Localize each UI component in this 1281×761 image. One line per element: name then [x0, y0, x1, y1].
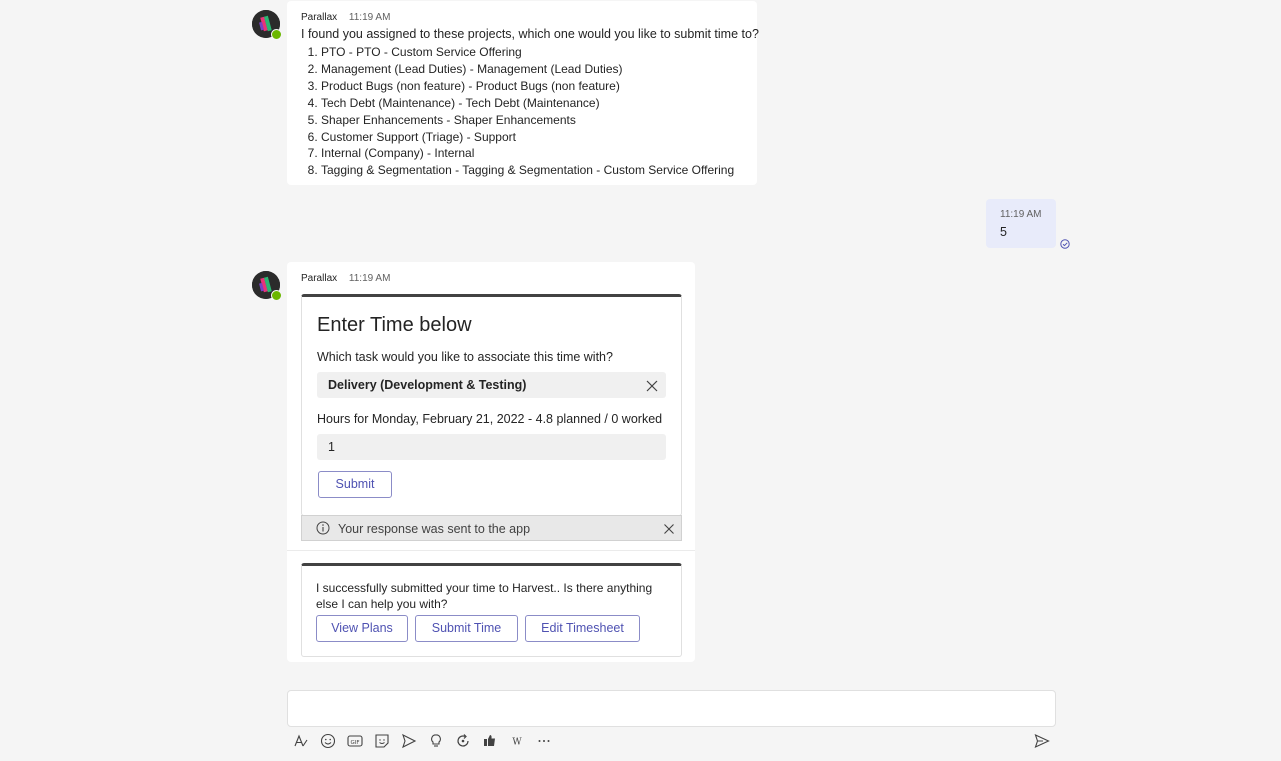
card-separator [287, 550, 695, 551]
compose-box[interactable] [287, 690, 1056, 727]
sticker-icon[interactable] [373, 732, 391, 750]
my-message: 11:19 AM 5 [986, 199, 1056, 248]
format-icon[interactable] [292, 732, 310, 750]
presence-indicator [271, 29, 282, 40]
task-select-value: Delivery (Development & Testing) [328, 378, 527, 392]
project-list: PTO - PTO - Custom Service OfferingManag… [287, 44, 734, 179]
gif-icon[interactable]: GIF [346, 732, 364, 750]
hours-input-value: 1 [328, 440, 335, 454]
submit-button-label: Submit [335, 477, 375, 491]
response-banner: Your response was sent to the app [301, 515, 682, 541]
loop-icon[interactable] [454, 732, 472, 750]
submit-time-button[interactable]: Submit Time [415, 615, 518, 642]
svg-text:GIF: GIF [350, 740, 359, 746]
my-message-text: 5 [1000, 225, 1007, 239]
message-header: Parallax 11:19 AM [301, 273, 390, 284]
message-header: Parallax 11:19 AM [301, 12, 390, 23]
hours-input[interactable]: 1 [317, 434, 666, 460]
info-icon [316, 521, 330, 538]
view-plans-button[interactable]: View Plans [316, 615, 408, 642]
success-card: I successfully submitted your time to Ha… [301, 563, 682, 657]
author-name: Parallax [301, 273, 338, 284]
view-plans-label: View Plans [331, 621, 393, 635]
schedule-send-icon[interactable] [400, 732, 418, 750]
task-question: Which task would you like to associate t… [317, 350, 613, 364]
project-list-item: Shaper Enhancements - Shaper Enhancement… [321, 112, 734, 129]
praise-icon[interactable] [427, 732, 445, 750]
project-list-item: Product Bugs (non feature) - Product Bug… [321, 78, 734, 95]
svg-text:W: W [512, 738, 522, 748]
project-list-item: PTO - PTO - Custom Service Offering [321, 44, 734, 61]
send-icon[interactable] [1033, 732, 1051, 750]
wiki-icon[interactable]: W [508, 732, 526, 750]
more-options-icon[interactable] [535, 732, 553, 750]
submit-button[interactable]: Submit [318, 471, 392, 498]
message-text: I found you assigned to these projects, … [301, 27, 759, 41]
project-list-item: Tagging & Segmentation - Tagging & Segme… [321, 162, 734, 179]
read-receipt-icon [1060, 236, 1070, 254]
project-list-item: Customer Support (Triage) - Support [321, 129, 734, 146]
task-select[interactable]: Delivery (Development & Testing) [317, 372, 666, 398]
edit-timesheet-label: Edit Timesheet [541, 621, 624, 635]
my-message-time: 11:19 AM [1000, 209, 1042, 220]
emoji-icon[interactable] [319, 732, 337, 750]
project-list-item: Internal (Company) - Internal [321, 145, 734, 162]
bot-avatar[interactable] [252, 10, 282, 40]
success-text: I successfully submitted your time to Ha… [316, 581, 653, 611]
bot-message-1: Parallax 11:19 AM I found you assigned t… [287, 1, 759, 185]
project-list-item: Management (Lead Duties) - Management (L… [321, 61, 734, 78]
hours-label: Hours for Monday, February 21, 2022 - 4.… [317, 412, 663, 426]
presence-indicator [271, 290, 282, 301]
card-title: Enter Time below [317, 314, 472, 336]
submit-time-label: Submit Time [431, 621, 502, 635]
author-name: Parallax [301, 12, 338, 23]
message-time: 11:19 AM [348, 273, 391, 284]
approvals-icon[interactable] [481, 732, 499, 750]
project-list-item: Tech Debt (Maintenance) - Tech Debt (Mai… [321, 95, 734, 112]
clear-task-icon[interactable] [646, 379, 658, 397]
edit-timesheet-button[interactable]: Edit Timesheet [525, 615, 640, 642]
banner-text: Your response was sent to the app [338, 522, 531, 536]
bot-avatar-2[interactable] [252, 271, 282, 301]
message-time: 11:19 AM [348, 12, 391, 23]
dismiss-banner-icon[interactable] [664, 523, 674, 537]
